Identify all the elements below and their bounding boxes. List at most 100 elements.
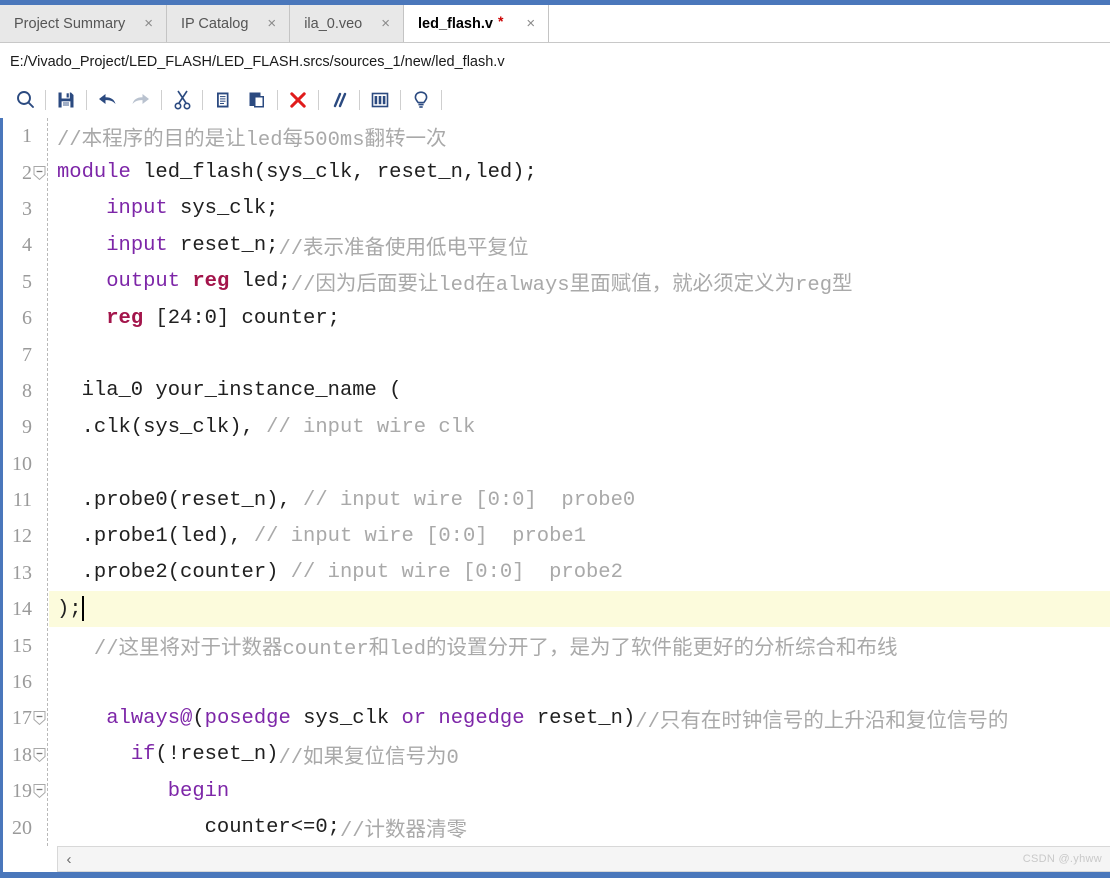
code-line[interactable]: input reset_n;//表示准备使用低电平复位 xyxy=(49,227,1110,263)
code-line[interactable]: input sys_clk; xyxy=(49,191,1110,227)
code-line[interactable] xyxy=(49,446,1110,482)
fold-collapse-icon[interactable] xyxy=(33,165,46,180)
fold-collapse-icon[interactable] xyxy=(33,784,46,799)
code-line[interactable]: ila_0 your_instance_name ( xyxy=(49,373,1110,409)
gutter-row: 5 xyxy=(3,264,49,300)
gutter-row: 16 xyxy=(3,664,49,700)
line-number: 12 xyxy=(12,525,32,548)
code-span-cmt: // input wire [0:0] probe1 xyxy=(253,524,586,548)
code-line[interactable]: begin xyxy=(49,773,1110,809)
code-span-txt: ( xyxy=(192,706,205,730)
code-span-kw: posedge xyxy=(204,706,291,730)
code-span-cmt: // input wire clk xyxy=(266,415,476,439)
gutter-row: 9 xyxy=(3,409,49,445)
code-span-kw: if xyxy=(130,743,156,767)
delete-icon[interactable] xyxy=(281,86,315,114)
gutter-row: 19 xyxy=(3,773,49,809)
code-line[interactable] xyxy=(49,336,1110,372)
gutter-row: 6 xyxy=(3,300,49,336)
copy-icon[interactable] xyxy=(206,86,240,114)
line-number: 11 xyxy=(12,489,32,512)
code-span-cmt: //表示准备使用低电平复位 xyxy=(278,237,529,261)
code-span-txt: led; xyxy=(229,270,291,294)
code-span-cmt: //这里将对于计数器counter和led的设置分开了，是为了软件能更好的分析综… xyxy=(57,638,898,662)
tab-ila-0-veo[interactable]: ila_0.veo × xyxy=(290,5,404,42)
code-span-txt: .probe0(reset_n), xyxy=(57,488,304,512)
line-number: 6 xyxy=(22,307,32,330)
code-line[interactable]: always@(posedge sys_clk or negedge reset… xyxy=(49,700,1110,736)
fold-collapse-icon[interactable] xyxy=(33,711,46,726)
close-icon[interactable]: × xyxy=(523,15,538,32)
code-span-txt xyxy=(57,197,106,220)
scroll-left-arrow-icon[interactable]: ‹ xyxy=(58,851,80,868)
line-number: 15 xyxy=(12,634,32,657)
code-span-txt: led_flash(sys_clk, reset_n,led); xyxy=(130,161,537,185)
columns-icon[interactable] xyxy=(363,86,397,114)
toolbar-separator xyxy=(400,89,401,110)
tab-led-flash-v[interactable]: led_flash.v * × xyxy=(403,5,550,42)
code-span-kw: always@ xyxy=(106,706,193,730)
code-line[interactable]: .probe2(counter) // input wire [0:0] pro… xyxy=(49,555,1110,591)
tab-project-summary[interactable]: Project Summary × xyxy=(0,5,167,42)
gutter-row: 1 xyxy=(3,118,49,154)
code-text-area[interactable]: //本程序的目的是让led每500ms翻转一次 module led_flash(… xyxy=(49,118,1110,846)
redo-icon[interactable] xyxy=(124,86,158,114)
code-line[interactable]: module led_flash(sys_clk, reset_n,led); xyxy=(49,154,1110,190)
line-number: 7 xyxy=(22,343,32,366)
close-icon[interactable]: × xyxy=(264,15,279,32)
code-span-txt: reset_n; xyxy=(167,233,279,257)
fold-collapse-icon[interactable] xyxy=(33,747,46,763)
code-line[interactable]: if (!reset_n)//如果复位信号为0 xyxy=(49,737,1110,773)
find-icon[interactable] xyxy=(8,86,42,114)
code-line[interactable] xyxy=(49,664,1110,700)
code-span-kw2: reg xyxy=(192,270,230,294)
code-line[interactable]: //这里将对于计数器counter和led的设置分开了，是为了软件能更好的分析综… xyxy=(49,627,1110,663)
line-number: 17 xyxy=(12,707,32,730)
tab-label: ila_0.veo xyxy=(304,15,363,32)
toolbar-separator xyxy=(318,89,319,110)
code-span-cmt: //计数器清零 xyxy=(339,820,468,844)
comment-icon[interactable] xyxy=(322,86,356,114)
toolbar-separator xyxy=(277,89,278,110)
watermark-text: CSDN @.yhww xyxy=(1022,853,1102,865)
toolbar-separator xyxy=(86,89,87,110)
code-span-cmt: // input wire [0:0] probe0 xyxy=(303,488,636,512)
code-span-cmt: //只有在时钟信号的上升沿和复位信号的 xyxy=(635,710,1009,734)
tab-ip-catalog[interactable]: IP Catalog × xyxy=(166,5,291,42)
gutter-row: 10 xyxy=(3,446,49,482)
gutter-row: 2 xyxy=(3,154,49,190)
undo-icon[interactable] xyxy=(90,86,124,114)
code-line[interactable]: //本程序的目的是让led每500ms翻转一次 xyxy=(49,118,1110,154)
bulb-icon[interactable] xyxy=(404,86,438,114)
code-line-current[interactable]: ); xyxy=(49,591,1110,628)
code-line[interactable]: .probe0(reset_n), // input wire [0:0] pr… xyxy=(49,482,1110,518)
code-line[interactable]: output reg led;//因为后面要让led在always里面赋值，就必… xyxy=(49,264,1110,300)
code-line[interactable]: reg [24:0] counter; xyxy=(49,300,1110,336)
code-line[interactable]: .probe1(led), // input wire [0:0] probe1 xyxy=(49,518,1110,554)
tab-label: Project Summary xyxy=(14,15,126,32)
paste-icon[interactable] xyxy=(240,86,274,114)
close-icon[interactable]: × xyxy=(378,15,393,32)
line-number: 10 xyxy=(12,452,32,475)
save-icon[interactable] xyxy=(49,86,83,114)
editor-tab-bar: Project Summary × IP Catalog × ila_0.veo… xyxy=(0,5,1110,43)
gutter-row: 20 xyxy=(3,809,49,845)
line-number: 3 xyxy=(22,197,32,220)
code-span-txt xyxy=(57,780,168,803)
code-line[interactable]: counter<=0;//计数器清零 xyxy=(49,809,1110,845)
line-number: 16 xyxy=(12,671,32,694)
horizontal-scrollbar[interactable]: ‹ CSDN @.yhww xyxy=(0,846,1110,872)
line-number: 2 xyxy=(22,161,32,184)
line-number: 9 xyxy=(22,416,32,439)
code-span-cmt: //如果复位信号为0 xyxy=(278,747,459,771)
scrollbar-track[interactable]: ‹ CSDN @.yhww xyxy=(57,846,1110,872)
code-editor[interactable]: 1 2 3 4 5 6 7 8 9 10 11 12 13 14 15 16 17 18 19 20 //本程序的目的… xyxy=(0,118,1110,846)
close-icon[interactable]: × xyxy=(141,15,156,32)
code-span-kw: negedge xyxy=(438,706,525,730)
cut-icon[interactable] xyxy=(165,86,199,114)
code-line[interactable]: .clk(sys_clk), // input wire clk xyxy=(49,409,1110,445)
code-span-txt: counter<=0; xyxy=(57,816,340,840)
tab-label: led_flash.v xyxy=(418,15,493,32)
gutter-row: 13 xyxy=(3,555,49,591)
gutter-row: 4 xyxy=(3,227,49,263)
